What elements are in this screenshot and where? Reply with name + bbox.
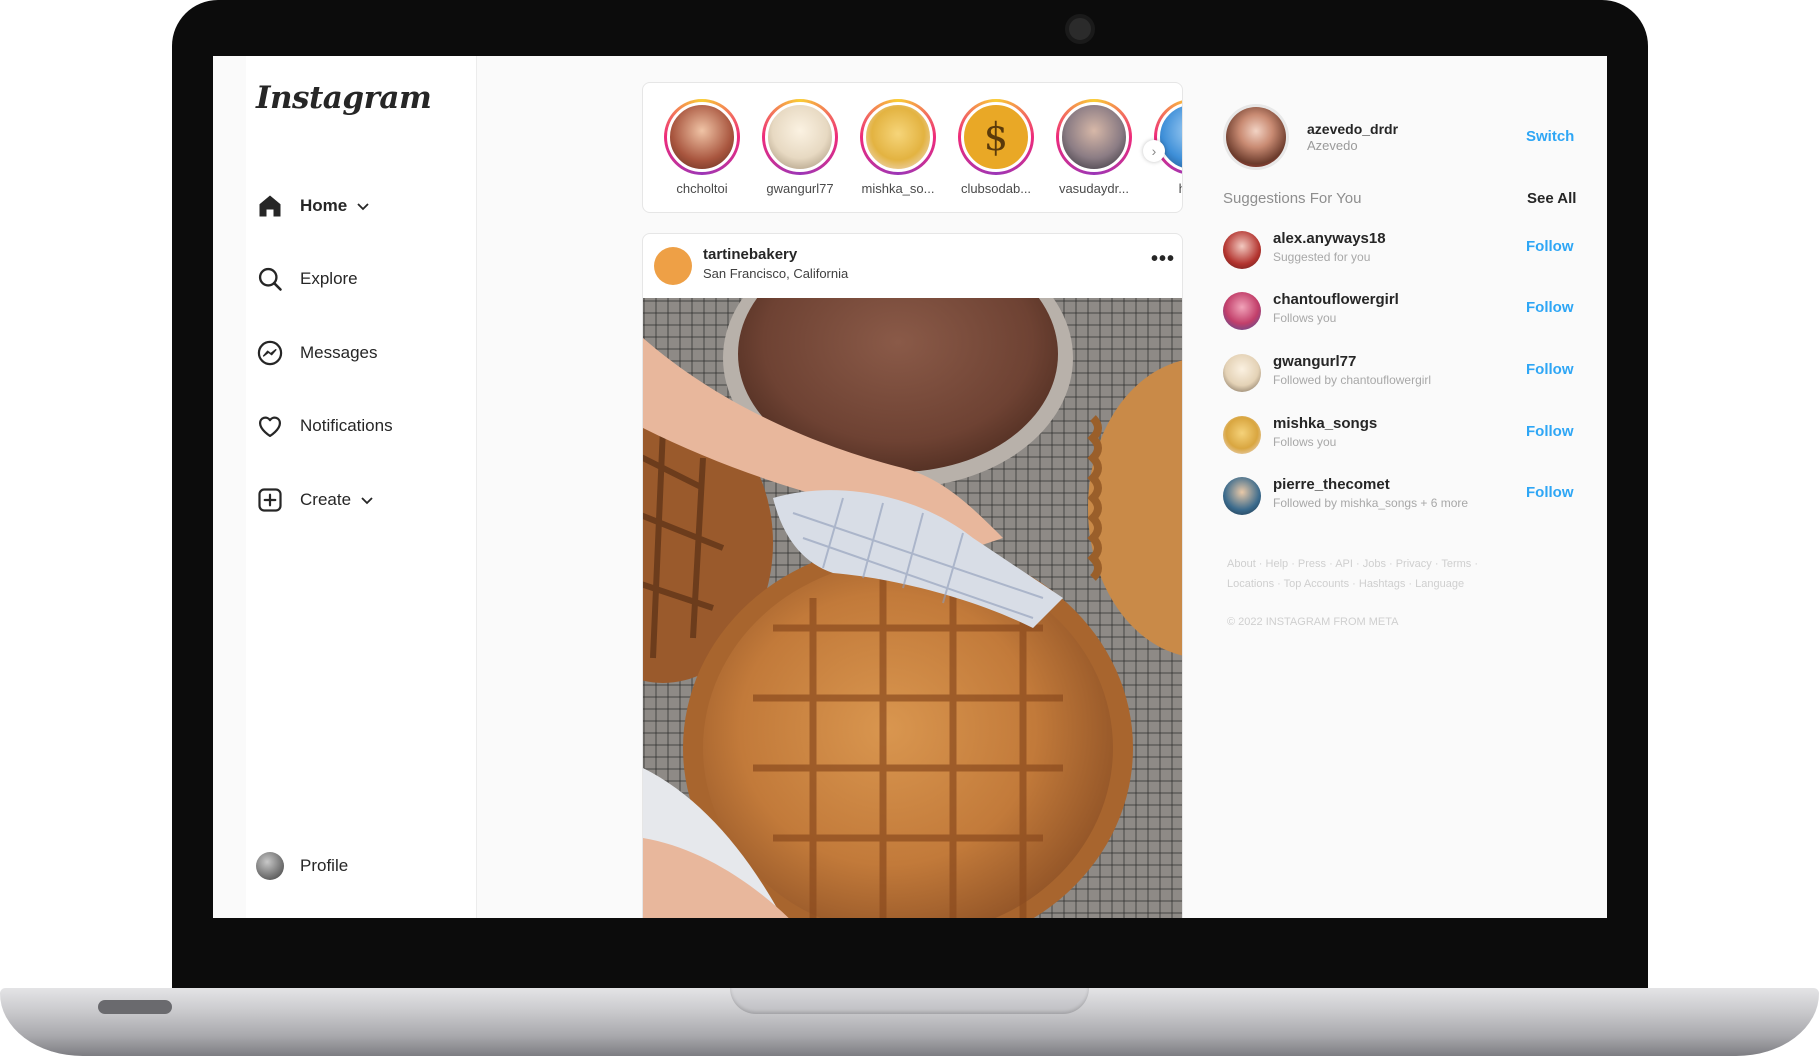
nav-home[interactable]: Home: [256, 190, 371, 222]
instagram-logo[interactable]: Instagram: [256, 80, 432, 116]
follow-button[interactable]: Follow: [1526, 299, 1574, 316]
story-ring: $: [958, 99, 1034, 175]
story-avatar: [1157, 102, 1182, 172]
post-location[interactable]: San Francisco, California: [703, 266, 848, 281]
current-user-username[interactable]: azevedo_drdr: [1307, 121, 1398, 137]
chevron-down-icon: [361, 497, 373, 505]
suggestion-item: alex.anyways18 Suggested for you Follow: [1223, 228, 1593, 272]
nav-create-label: Create: [300, 490, 352, 509]
plus-square-icon: [258, 488, 282, 512]
home-icon: [259, 195, 281, 217]
story-username: hi_ki: [1149, 181, 1182, 196]
laptop-base-slot: [98, 1000, 172, 1014]
suggestion-item: pierre_thecomet Followed by mishka_songs…: [1223, 474, 1593, 518]
nav-home-label: Home: [300, 196, 348, 215]
story-ring: [1056, 99, 1132, 175]
current-user-avatar[interactable]: [1223, 104, 1289, 170]
nav-notifications-label: Notifications: [300, 416, 393, 435]
nav-messages[interactable]: Messages: [256, 337, 377, 369]
story-ring: [664, 99, 740, 175]
nav-profile-label: Profile: [300, 856, 349, 875]
story-item[interactable]: mishka_so...: [855, 99, 941, 196]
sidebar: Instagram Home Explore Messages Notifica…: [246, 56, 477, 918]
story-item[interactable]: chcholtoi: [659, 99, 745, 196]
post-username[interactable]: tartinebakery: [703, 246, 797, 263]
story-ring: [860, 99, 936, 175]
suggestion-item: mishka_songs Follows you Follow: [1223, 413, 1593, 457]
story-item[interactable]: $ clubsodab...: [953, 99, 1039, 196]
suggestion-subtitle: Follows you: [1273, 435, 1337, 449]
suggestion-subtitle: Followed by chantouflowergirl: [1273, 373, 1432, 387]
search-icon: [258, 267, 282, 291]
suggestion-item: gwangurl77 Followed by chantouflowergirl…: [1223, 351, 1593, 395]
story-avatar: [765, 102, 835, 172]
stories-next-button[interactable]: ›: [1143, 140, 1165, 162]
current-user-photo: [1226, 107, 1286, 167]
post-avatar[interactable]: [654, 247, 692, 285]
feed-post: tartinebakery San Francisco, California …: [642, 233, 1183, 918]
camera-icon: [1065, 14, 1095, 44]
suggestion-username[interactable]: mishka_songs: [1273, 415, 1377, 432]
suggestion-avatar[interactable]: [1223, 354, 1261, 392]
nav-profile[interactable]: Profile: [256, 850, 348, 882]
avatar: [256, 852, 284, 880]
messenger-icon: [257, 340, 283, 366]
suggestion-avatar[interactable]: [1223, 477, 1261, 515]
chevron-down-icon: [357, 203, 369, 211]
footer-links[interactable]: About · Help · Press · API · Jobs · Priv…: [1227, 554, 1527, 594]
story-item[interactable]: vasudaydr...: [1051, 99, 1137, 196]
pie-photo-illustration: [643, 298, 1182, 918]
stories-tray: chcholtoi gwangurl77 mishka_so... $ club…: [642, 82, 1183, 213]
screen: Instagram Home Explore Messages Notifica…: [213, 56, 1607, 918]
follow-button[interactable]: Follow: [1526, 484, 1574, 501]
story-item[interactable]: gwangurl77: [757, 99, 843, 196]
heart-icon: [258, 416, 282, 438]
nav-notifications[interactable]: Notifications: [256, 410, 393, 442]
story-username: vasudaydr...: [1058, 181, 1130, 196]
suggestion-item: chantouflowergirl Follows you Follow: [1223, 289, 1593, 333]
story-username: mishka_so...: [861, 181, 935, 196]
suggestion-avatar[interactable]: [1223, 416, 1261, 454]
nav-explore-label: Explore: [300, 269, 358, 288]
suggestion-subtitle: Suggested for you: [1273, 250, 1371, 264]
suggestion-avatar[interactable]: [1223, 292, 1261, 330]
story-ring: [762, 99, 838, 175]
story-username: gwangurl77: [766, 181, 834, 196]
follow-button[interactable]: Follow: [1526, 238, 1574, 255]
suggestion-username[interactable]: pierre_thecomet: [1273, 476, 1390, 493]
follow-button[interactable]: Follow: [1526, 361, 1574, 378]
laptop-base-notch: [730, 988, 1089, 1014]
current-user-name: Azevedo: [1307, 138, 1358, 153]
suggestions-title: Suggestions For You: [1223, 190, 1362, 207]
suggestion-avatar[interactable]: [1223, 231, 1261, 269]
suggestion-username[interactable]: chantouflowergirl: [1273, 291, 1399, 308]
follow-button[interactable]: Follow: [1526, 423, 1574, 440]
see-all-button[interactable]: See All: [1527, 190, 1576, 207]
story-avatar: [863, 102, 933, 172]
suggestion-subtitle: Follows you: [1273, 311, 1337, 325]
switch-account-button[interactable]: Switch: [1526, 128, 1574, 145]
story-avatar: [667, 102, 737, 172]
suggestion-subtitle: Followed by mishka_songs + 6 more: [1273, 496, 1469, 510]
suggestion-username[interactable]: alex.anyways18: [1273, 230, 1386, 247]
post-more-button[interactable]: •••: [1151, 248, 1175, 271]
story-username: clubsodab...: [960, 181, 1032, 196]
story-ring: [1154, 99, 1182, 175]
suggestion-username[interactable]: gwangurl77: [1273, 353, 1356, 370]
post-image[interactable]: [643, 298, 1182, 918]
nav-messages-label: Messages: [300, 343, 378, 362]
story-avatar: $: [961, 102, 1031, 172]
nav-create[interactable]: Create: [256, 484, 375, 516]
story-username: chcholtoi: [676, 181, 728, 196]
nav-explore[interactable]: Explore: [256, 263, 358, 295]
story-avatar: [1059, 102, 1129, 172]
copyright: © 2022 INSTAGRAM FROM META: [1227, 616, 1399, 628]
